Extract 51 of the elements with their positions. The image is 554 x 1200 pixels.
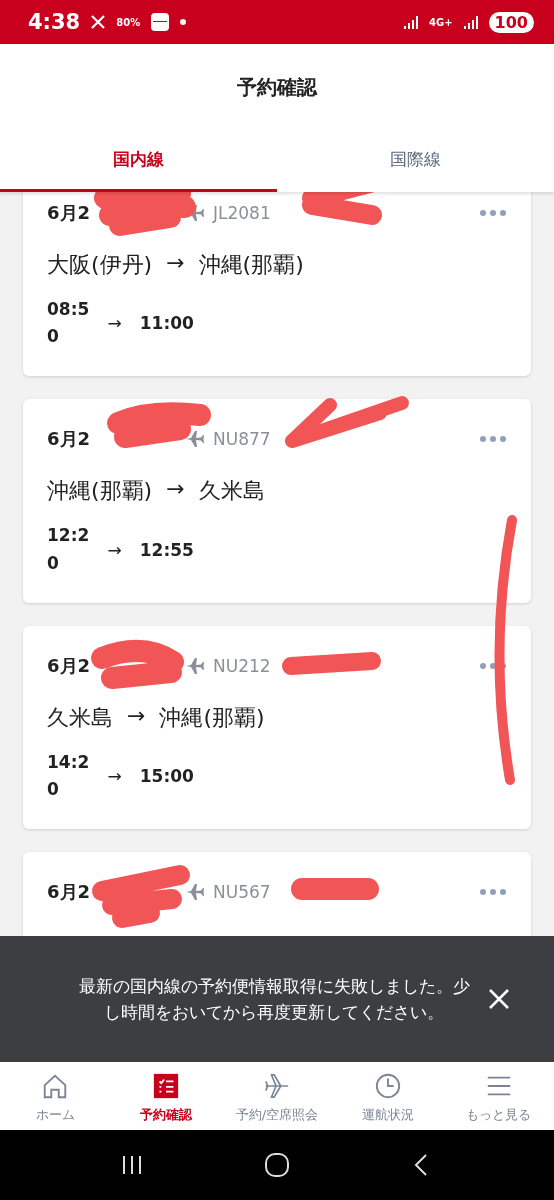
home-button-icon[interactable]: [263, 1151, 291, 1179]
plane-icon: [263, 1072, 291, 1100]
tab[interactable]: 国際線: [277, 130, 554, 192]
arrival-time: 11:00: [139, 313, 194, 334]
status-time: 4:38: [28, 10, 81, 34]
reservation-card[interactable]: 6月2 JL2081 大阪(伊丹) → 沖縄(那覇) 08:50 → 11:00: [23, 192, 531, 377]
route-arrow: →: [166, 476, 185, 504]
reservation-card[interactable]: 6月2 NU877 沖縄(那覇) → 久米島 12:20 → 12:55: [23, 399, 531, 603]
more-icon[interactable]: [479, 661, 507, 670]
close-icon[interactable]: [488, 988, 510, 1010]
destination-airport: 久米島: [198, 477, 265, 506]
origin-airport: 大阪(伊丹): [47, 251, 153, 279]
flight-date: 6月2: [47, 880, 92, 905]
destination-airport: 沖縄(那覇): [198, 251, 304, 279]
signal-icon: [403, 14, 420, 30]
flight-number: NU877: [213, 429, 271, 450]
arrival-time: 12:55: [139, 539, 194, 560]
flight-number: NU212: [213, 655, 271, 676]
time-arrow: →: [107, 313, 122, 334]
destination-airport: 沖縄(那覇): [159, 703, 265, 732]
departure-time: 08:50: [47, 298, 90, 349]
more-icon[interactable]: [479, 435, 507, 444]
app-icon: [150, 12, 171, 32]
flight-date: 6月2: [47, 201, 92, 225]
more-icon[interactable]: [479, 888, 507, 897]
tab[interactable]: 国内線: [0, 130, 277, 192]
x-logo-icon: [90, 14, 107, 30]
time-arrow: →: [107, 765, 122, 786]
flight-number: NU567: [213, 882, 271, 903]
departure-time: 12:20: [47, 524, 90, 575]
checklist-icon: [152, 1072, 181, 1100]
page-title: 予約確認: [237, 73, 317, 101]
error-message: 最新の国内線の予約便情報取得に失敗しました。少し時間をおいてから再度更新してください。: [77, 974, 471, 1024]
more-icon[interactable]: [479, 209, 507, 217]
clock-icon: [373, 1072, 402, 1100]
origin-airport: 沖縄(那覇): [47, 477, 153, 506]
dot-icon: [180, 19, 187, 25]
network-text: 4G+: [429, 16, 453, 28]
weather-text: 80%: [116, 16, 141, 28]
flight-date: 6月2: [47, 427, 92, 452]
reservation-card[interactable]: 6月2 NU212 久米島 → 沖縄(那覇) 14:20 → 15:00: [23, 625, 531, 830]
battery-badge: 100: [488, 11, 534, 33]
flight-number: JL2081: [213, 203, 271, 223]
signal-icon: [462, 14, 479, 30]
flight-date: 6月2: [47, 653, 92, 678]
arrival-time: 15:00: [139, 765, 194, 786]
route-arrow: →: [166, 250, 185, 277]
departure-time: 14:20: [47, 750, 90, 801]
origin-airport: 久米島: [47, 703, 113, 732]
route-arrow: →: [127, 702, 146, 730]
time-arrow: →: [107, 539, 122, 560]
